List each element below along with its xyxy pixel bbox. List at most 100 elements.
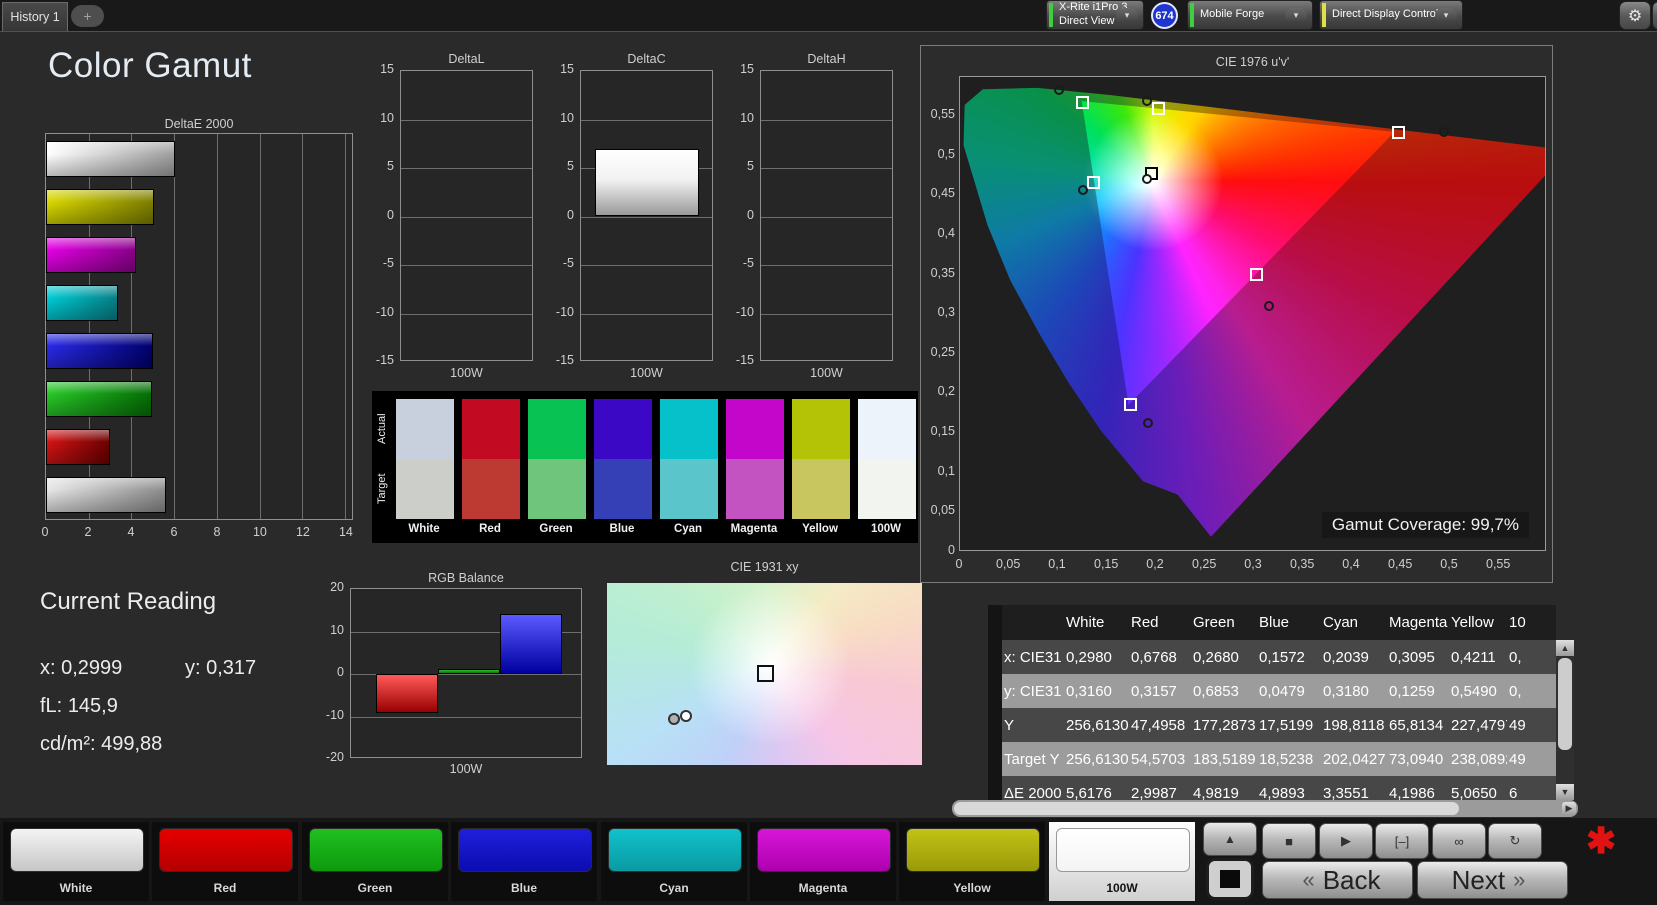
- patch-button-red[interactable]: Red: [152, 822, 298, 901]
- measurement-table: WhiteRedGreenBlueCyanMagentaYellow10x: C…: [988, 605, 1556, 800]
- partial-edge-button[interactable]: ◀: [1653, 2, 1657, 29]
- vertical-scroll-thumb[interactable]: [1558, 658, 1572, 750]
- chevron-down-icon[interactable]: ▾: [1285, 8, 1307, 23]
- continuous-button[interactable]: ∞: [1432, 823, 1486, 859]
- chevron-down-icon[interactable]: ▾: [1116, 8, 1138, 23]
- chevron-double-left-icon: «: [1302, 867, 1314, 893]
- green-target-square: [1076, 96, 1089, 109]
- table-cell: 0,2039: [1321, 649, 1387, 666]
- chart-plot: [400, 70, 533, 361]
- display-control-dropdown[interactable]: Direct Display Control ▾: [1320, 1, 1462, 29]
- actual-row-label: Actual: [375, 399, 389, 459]
- app-window: History 1 + X-Rite i1Pro 3 Direct View ▾…: [0, 0, 1657, 905]
- scroll-right-button[interactable]: ▶: [1562, 802, 1576, 815]
- patch-button-cyan[interactable]: Cyan: [601, 822, 747, 901]
- panel-expand-button[interactable]: ▲: [1203, 822, 1257, 856]
- table-vertical-scrollbar[interactable]: ▲ ▼: [1556, 640, 1574, 800]
- color-patch: [309, 828, 443, 872]
- patch-button-blue[interactable]: Blue: [451, 822, 597, 901]
- next-button-label: Next: [1452, 865, 1505, 896]
- x-tick-label: 0: [33, 525, 57, 539]
- cie1976-panel: CIE 1976 u'v' Gamut Coverage: 99,7% 0,55…: [920, 45, 1553, 583]
- cie1976-plot: Gamut Coverage: 99,7%: [959, 76, 1546, 551]
- table-strip: [988, 640, 1002, 674]
- back-button[interactable]: « Back: [1262, 861, 1413, 899]
- reading-y: y: 0,317: [185, 657, 256, 680]
- x-tick-label: 10: [248, 525, 272, 539]
- table-cell: 47,4958: [1129, 717, 1191, 734]
- scroll-up-button[interactable]: ▲: [1556, 640, 1574, 656]
- stop-button[interactable]: ■: [1262, 823, 1316, 859]
- source-dropdown-label: Mobile Forge: [1200, 8, 1264, 22]
- red-target-square: [1392, 126, 1405, 139]
- patch-button-magenta[interactable]: Magenta: [750, 822, 896, 901]
- y-tick-label: -10: [536, 305, 574, 319]
- table-cell: 4,1986: [1387, 785, 1449, 801]
- swatch-actual-yellow: [792, 399, 850, 459]
- display-control-status-strip: [1322, 3, 1326, 27]
- table-cell: 2,9987: [1129, 785, 1191, 801]
- gridline: [345, 134, 346, 519]
- table-cell: 0,6853: [1191, 683, 1257, 700]
- y-tick-label: 10: [536, 111, 574, 125]
- y-tick-label: 0,3: [923, 305, 955, 319]
- single-measure-button[interactable]: [–]: [1375, 823, 1429, 859]
- pattern-window-button[interactable]: [1206, 858, 1254, 900]
- table-cell: 0,: [1507, 649, 1556, 666]
- color-patch: [159, 828, 293, 872]
- meter-dropdown[interactable]: X-Rite i1Pro 3 Direct View ▾: [1047, 1, 1143, 29]
- loop-button[interactable]: ↻: [1488, 823, 1542, 859]
- reading-cd-label: cd/m²:: [40, 733, 96, 755]
- patch-button-yellow[interactable]: Yellow: [899, 822, 1045, 901]
- triangle-up-icon: ▲: [1561, 643, 1570, 653]
- x-tick-label: 14: [334, 525, 358, 539]
- x-tick-label: 0,3: [1241, 557, 1265, 571]
- swatch-actual-blue: [594, 399, 652, 459]
- horizontal-scroll-thumb[interactable]: [954, 802, 1459, 815]
- next-button[interactable]: Next »: [1417, 861, 1568, 899]
- color-patch: [10, 828, 144, 872]
- rgb-balance-x-label: 100W: [350, 762, 582, 776]
- delta-e-bar-blue: [46, 333, 153, 369]
- table-cell: 18,5238: [1257, 751, 1321, 768]
- table-cell: 0,4211: [1449, 649, 1507, 666]
- y-tick-label: 0: [308, 665, 344, 679]
- add-tab-button[interactable]: +: [71, 5, 104, 27]
- chevron-down-icon[interactable]: ▾: [1435, 8, 1457, 23]
- table-horizontal-scrollbar[interactable]: ▶: [952, 800, 1578, 817]
- delta-e-bar-magenta: [46, 237, 136, 273]
- swatch-actual-green: [528, 399, 586, 459]
- page-title: Color Gamut: [48, 46, 252, 86]
- yellow-target-square: [1152, 102, 1165, 115]
- patch-button-white[interactable]: White: [3, 822, 149, 901]
- red-measured-circle: [1439, 127, 1449, 137]
- reading-fl: fL: 145,9: [40, 695, 118, 718]
- gridline: [217, 134, 218, 519]
- delta-chart-deltah: DeltaH151050-5-10-15100W: [710, 50, 895, 390]
- gridline: [761, 168, 892, 169]
- patch-label: White: [3, 881, 149, 895]
- source-dropdown[interactable]: Mobile Forge ▾: [1188, 1, 1312, 29]
- patch-button-green[interactable]: Green: [302, 822, 448, 901]
- y-tick-label: 0,15: [923, 424, 955, 438]
- x-tick-label: 0,55: [1486, 557, 1510, 571]
- y-tick-label: 10: [356, 111, 394, 125]
- swatch-target-magenta: [726, 459, 784, 519]
- swatch-target-green: [528, 459, 586, 519]
- y-tick-label: -15: [536, 353, 574, 367]
- table-cell: 202,0427: [1321, 751, 1387, 768]
- x-tick-label: 4: [119, 525, 143, 539]
- scroll-down-button[interactable]: ▼: [1556, 784, 1574, 800]
- patch-button-100w[interactable]: 100W: [1049, 822, 1195, 901]
- display-control-dropdown-label: Direct Display Control: [1332, 8, 1438, 22]
- swatch-label: Cyan: [659, 523, 717, 535]
- y-tick-label: 5: [356, 159, 394, 173]
- settings-button[interactable]: ⚙: [1620, 2, 1650, 29]
- column-header: Green: [1191, 614, 1257, 631]
- tab-history-1[interactable]: History 1: [2, 2, 68, 31]
- play-button[interactable]: ▶: [1319, 823, 1373, 859]
- column-header: Cyan: [1321, 614, 1387, 631]
- table-cell: 0,5490: [1449, 683, 1507, 700]
- current-reading-title: Current Reading: [40, 588, 216, 616]
- reading-x-value: 0,2999: [61, 657, 122, 679]
